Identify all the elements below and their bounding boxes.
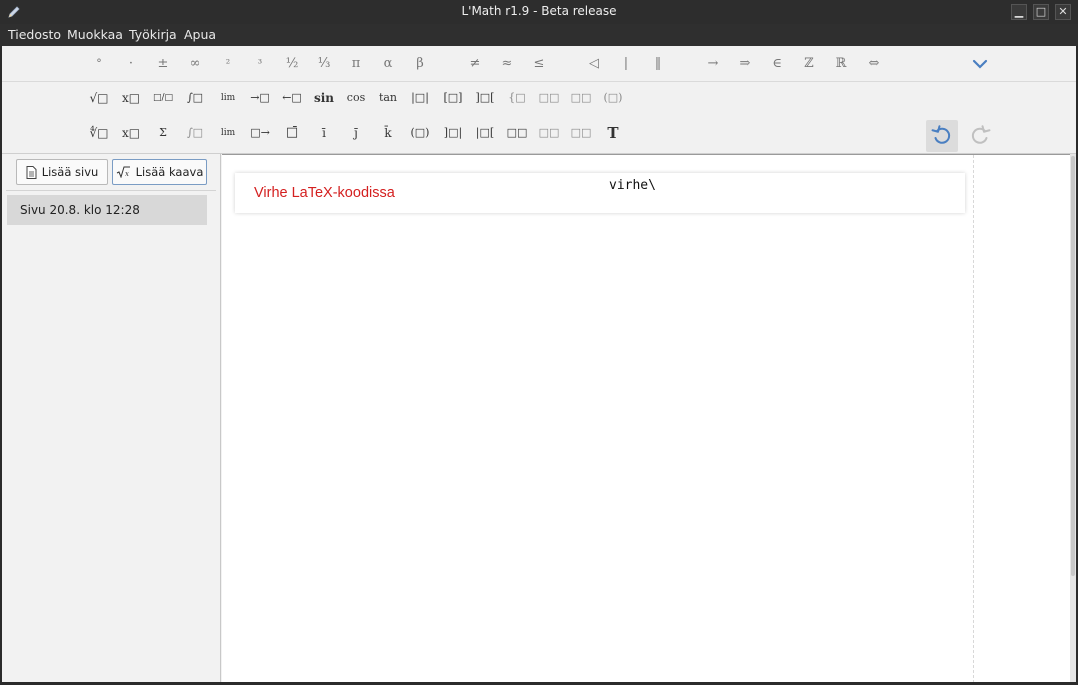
template-vector-left[interactable]: ←□ — [279, 87, 305, 109]
menu-bar: Tiedosto Muokkaa Työkirja Apua — [0, 24, 1078, 46]
document-icon — [26, 165, 37, 179]
minimize-button[interactable]: ▁ — [1011, 4, 1027, 20]
symbol-divides[interactable]: | — [613, 53, 639, 75]
symbol-beta[interactable]: β — [407, 53, 433, 75]
menu-edit[interactable]: Muokkaa — [67, 27, 123, 42]
symbol-less-equal[interactable]: ≤ — [526, 53, 552, 75]
redo-button[interactable] — [964, 120, 996, 152]
template-parentheses[interactable]: (□) — [407, 122, 433, 144]
template-power[interactable]: x□ — [118, 87, 144, 109]
formula-block[interactable]: Virhe LaTeX-koodissa virhe\ — [235, 173, 965, 213]
symbol-right-arrow[interactable]: → — [700, 53, 726, 75]
redo-icon — [971, 125, 991, 144]
template-overline[interactable]: □̄ — [279, 122, 305, 144]
close-button[interactable]: ✕ — [1055, 4, 1071, 20]
template-unit-k[interactable]: k̄ — [375, 122, 401, 144]
template-arrow-under[interactable]: □→ — [247, 122, 273, 144]
template-sin[interactable]: sin — [311, 87, 337, 109]
symbol-alpha[interactable]: α — [375, 53, 401, 75]
symbol-parallel[interactable]: ‖ — [645, 53, 671, 75]
symbol-angle[interactable]: ◁ — [581, 53, 607, 75]
template-nth-root[interactable]: ∜□ — [86, 122, 112, 144]
template-open-interval[interactable]: ]□[ — [472, 87, 498, 109]
symbol-integers[interactable]: ℤ — [796, 53, 822, 75]
undo-button[interactable] — [926, 120, 958, 152]
symbol-infinity[interactable]: ∞ — [182, 53, 208, 75]
symbol-implies[interactable]: ⇒ — [732, 53, 758, 75]
template-definite-integral[interactable]: ∫□ — [182, 122, 208, 144]
menu-file[interactable]: Tiedosto — [8, 27, 61, 42]
template-limit[interactable]: lim — [215, 87, 241, 109]
menu-help[interactable]: Apua — [184, 27, 216, 42]
template-abs[interactable]: |□| — [407, 87, 433, 109]
template-block-alt[interactable]: □□ — [536, 122, 562, 144]
template-cases[interactable]: {□ — [504, 87, 530, 109]
add-formula-button[interactable]: x Lisää kaava — [112, 159, 207, 185]
symbol-iff[interactable]: ⇔ — [861, 53, 887, 75]
template-vector-right[interactable]: →□ — [247, 87, 273, 109]
symbol-approx[interactable]: ≈ — [494, 53, 520, 75]
add-formula-label: Lisää kaava — [135, 165, 204, 179]
sqrt-icon: x — [116, 166, 130, 178]
template-limit-to[interactable]: lim — [215, 122, 241, 144]
template-unit-j[interactable]: j̄ — [343, 122, 369, 144]
chevron-down-icon[interactable] — [970, 54, 990, 74]
scrollbar-thumb[interactable] — [1071, 156, 1075, 576]
template-block-2x2[interactable]: □□ — [504, 122, 530, 144]
sidebar-divider — [6, 190, 216, 191]
symbol-half[interactable]: ½ — [279, 53, 305, 75]
template-cos[interactable]: cos — [343, 87, 369, 109]
template-integral[interactable]: ∫□ — [182, 87, 208, 109]
add-page-button[interactable]: Lisää sivu — [16, 159, 108, 185]
template-half-open-left[interactable]: ]□| — [440, 122, 466, 144]
symbol-reals[interactable]: ℝ — [828, 53, 854, 75]
add-page-label: Lisää sivu — [41, 165, 99, 179]
page-sidebar: Lisää sivu x Lisää kaava Sivu 20.8. klo … — [2, 154, 221, 682]
symbol-third[interactable]: ⅓ — [311, 53, 337, 75]
template-tan[interactable]: tan — [375, 87, 401, 109]
template-sum[interactable]: Σ — [150, 122, 176, 144]
template-unit-i[interactable]: ī — [311, 122, 337, 144]
template-half-open-right[interactable]: |□[ — [472, 122, 498, 144]
symbol-pi[interactable]: π — [343, 53, 369, 75]
template-closed-interval[interactable]: [□] — [440, 87, 466, 109]
symbol-squared[interactable]: ² — [215, 53, 241, 75]
text-mode-button[interactable]: T — [600, 122, 626, 144]
page-list-item[interactable]: Sivu 20.8. klo 12:28 — [7, 195, 207, 225]
symbol-toolbar: ° · ± ∞ ² ³ ½ ⅓ π α β ≠ ≈ ≤ ◁ | ‖ → ⇒ ∈ … — [2, 46, 1076, 154]
template-binomial[interactable]: (□) — [600, 87, 626, 109]
template-sqrt[interactable]: √□ — [86, 87, 112, 109]
latex-error-message: Virhe LaTeX-koodissa — [254, 185, 395, 201]
symbol-cubed[interactable]: ³ — [247, 53, 273, 75]
template-matrix-alt[interactable]: □□ — [568, 87, 594, 109]
symbol-element-of[interactable]: ∈ — [764, 53, 790, 75]
template-fraction[interactable]: □/□ — [150, 87, 176, 109]
maximize-button[interactable]: □ — [1033, 4, 1049, 20]
menu-workbook[interactable]: Työkirja — [129, 27, 177, 42]
template-block-indexed[interactable]: □□ — [568, 122, 594, 144]
symbol-not-equal[interactable]: ≠ — [462, 53, 488, 75]
template-matrix-2x2[interactable]: □□ — [536, 87, 562, 109]
svg-text:x: x — [125, 170, 129, 178]
window-title: L'Math r1.9 - Beta release — [461, 4, 617, 18]
page-margin-line — [973, 155, 974, 683]
template-subscript[interactable]: x□ — [118, 122, 144, 144]
title-bar: L'Math r1.9 - Beta release ▁ □ ✕ — [0, 0, 1078, 24]
app-body: ° · ± ∞ ² ³ ½ ⅓ π α β ≠ ≈ ≤ ◁ | ‖ → ⇒ ∈ … — [2, 46, 1076, 683]
undo-icon — [931, 125, 951, 144]
symbol-plus-minus[interactable]: ± — [150, 53, 176, 75]
formula-source[interactable]: virhe\ — [609, 178, 656, 193]
symbol-degree[interactable]: ° — [86, 53, 112, 75]
symbol-dot[interactable]: · — [118, 53, 144, 75]
document-area[interactable]: Virhe LaTeX-koodissa virhe\ — [222, 154, 1070, 683]
